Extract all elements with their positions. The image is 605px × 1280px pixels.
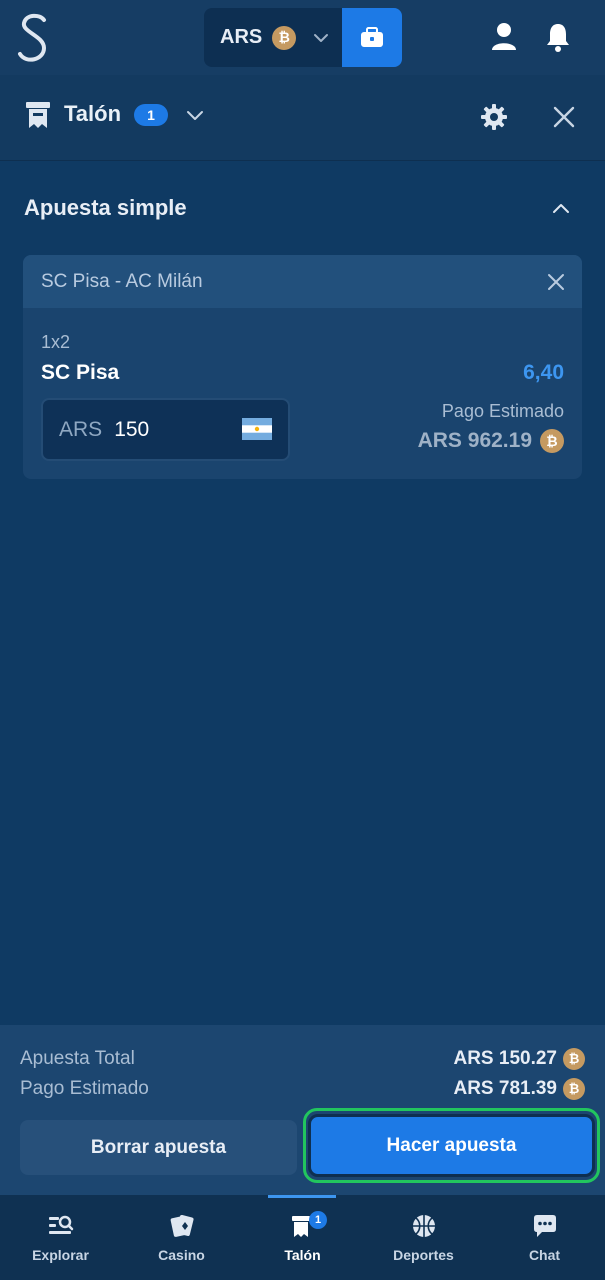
estimated-payout-amount: ARS 962.19 bbox=[417, 429, 532, 452]
wallet-icon bbox=[361, 26, 383, 47]
close-icon[interactable] bbox=[552, 105, 576, 129]
casino-cards-icon bbox=[170, 1214, 194, 1237]
currency-code: ARS bbox=[220, 26, 263, 48]
stake-value[interactable]: 150 bbox=[114, 418, 149, 442]
total-stake-value: ARS 150.27 ₿ bbox=[453, 1048, 585, 1070]
bottom-navigation: Explorar Casino 1 Talón Deportes Chat bbox=[0, 1195, 605, 1280]
nav-item-casino[interactable]: Casino bbox=[121, 1195, 242, 1280]
total-payout-value: ARS 781.39 ₿ bbox=[453, 1078, 585, 1100]
nav-label: Explorar bbox=[32, 1247, 89, 1263]
total-payout-amount: ARS 781.39 bbox=[453, 1078, 557, 1099]
nav-label: Casino bbox=[158, 1247, 205, 1263]
nav-item-sports[interactable]: Deportes bbox=[363, 1195, 484, 1280]
nav-label: Chat bbox=[528, 1247, 561, 1263]
clear-bet-button[interactable]: Borrar apuesta bbox=[20, 1120, 297, 1175]
stake-currency: ARS bbox=[59, 417, 103, 441]
currency-wallet-group: ARS ₿ bbox=[204, 8, 402, 67]
nav-label: Deportes bbox=[393, 1247, 454, 1263]
total-payout-label: Pago Estimado bbox=[20, 1078, 149, 1099]
explore-icon bbox=[48, 1215, 73, 1234]
betslip-count-badge: 1 bbox=[134, 104, 168, 126]
stake-input[interactable]: ARS 150 bbox=[41, 398, 290, 461]
nav-label: Talón bbox=[284, 1247, 321, 1263]
section-title: Apuesta simple bbox=[24, 195, 187, 220]
user-icon[interactable] bbox=[489, 20, 519, 54]
bitcoin-coin-icon: ₿ bbox=[563, 1078, 585, 1100]
betslip-nav-badge: 1 bbox=[309, 1211, 327, 1229]
nav-item-chat[interactable]: Chat bbox=[484, 1195, 605, 1280]
nav-active-indicator bbox=[268, 1195, 336, 1198]
event-name[interactable]: SC Pisa - AC Milán bbox=[41, 271, 203, 293]
chevron-down-icon[interactable] bbox=[185, 105, 205, 125]
market-name: 1x2 bbox=[41, 332, 71, 352]
currency-selector[interactable]: ARS ₿ bbox=[204, 8, 342, 67]
selection-name: SC Pisa bbox=[41, 361, 120, 384]
bitcoin-coin-icon: ₿ bbox=[563, 1048, 585, 1070]
argentina-flag-icon bbox=[242, 418, 272, 440]
place-bet-button[interactable]: Hacer apuesta bbox=[308, 1114, 595, 1177]
close-icon[interactable] bbox=[546, 272, 566, 292]
bet-card: SC Pisa - AC Milán 1x2 SC Pisa 6,40 ARS … bbox=[23, 255, 582, 479]
total-payout-row: Pago Estimado ARS 781.39 ₿ bbox=[20, 1078, 585, 1100]
bet-card-header: SC Pisa - AC Milán bbox=[23, 255, 582, 308]
bitcoin-coin-icon: ₿ bbox=[540, 429, 564, 453]
stake-logo-icon[interactable] bbox=[14, 10, 54, 66]
bitcoin-coin-icon: ₿ bbox=[272, 25, 297, 50]
basketball-icon bbox=[412, 1215, 435, 1237]
gear-icon[interactable] bbox=[480, 103, 508, 131]
bell-icon[interactable] bbox=[543, 20, 573, 54]
total-stake-row: Apuesta Total ARS 150.27 ₿ bbox=[20, 1048, 585, 1070]
wallet-button[interactable] bbox=[342, 8, 402, 67]
estimated-payout-label: Pago Estimado bbox=[441, 401, 564, 421]
odds-value: 6,40 bbox=[523, 361, 564, 384]
nav-item-explore[interactable]: Explorar bbox=[0, 1195, 121, 1280]
chevron-up-icon[interactable] bbox=[550, 197, 572, 219]
nav-item-betslip[interactable]: 1 Talón bbox=[242, 1195, 363, 1280]
total-stake-amount: ARS 150.27 bbox=[453, 1048, 557, 1069]
betslip-title[interactable]: Talón bbox=[64, 101, 121, 127]
estimated-payout-value: ARS 962.19 ₿ bbox=[418, 429, 564, 453]
total-stake-label: Apuesta Total bbox=[20, 1048, 135, 1069]
chevron-down-icon bbox=[314, 33, 329, 42]
betslip-ticket-icon bbox=[26, 102, 50, 128]
chat-icon bbox=[533, 1215, 556, 1237]
